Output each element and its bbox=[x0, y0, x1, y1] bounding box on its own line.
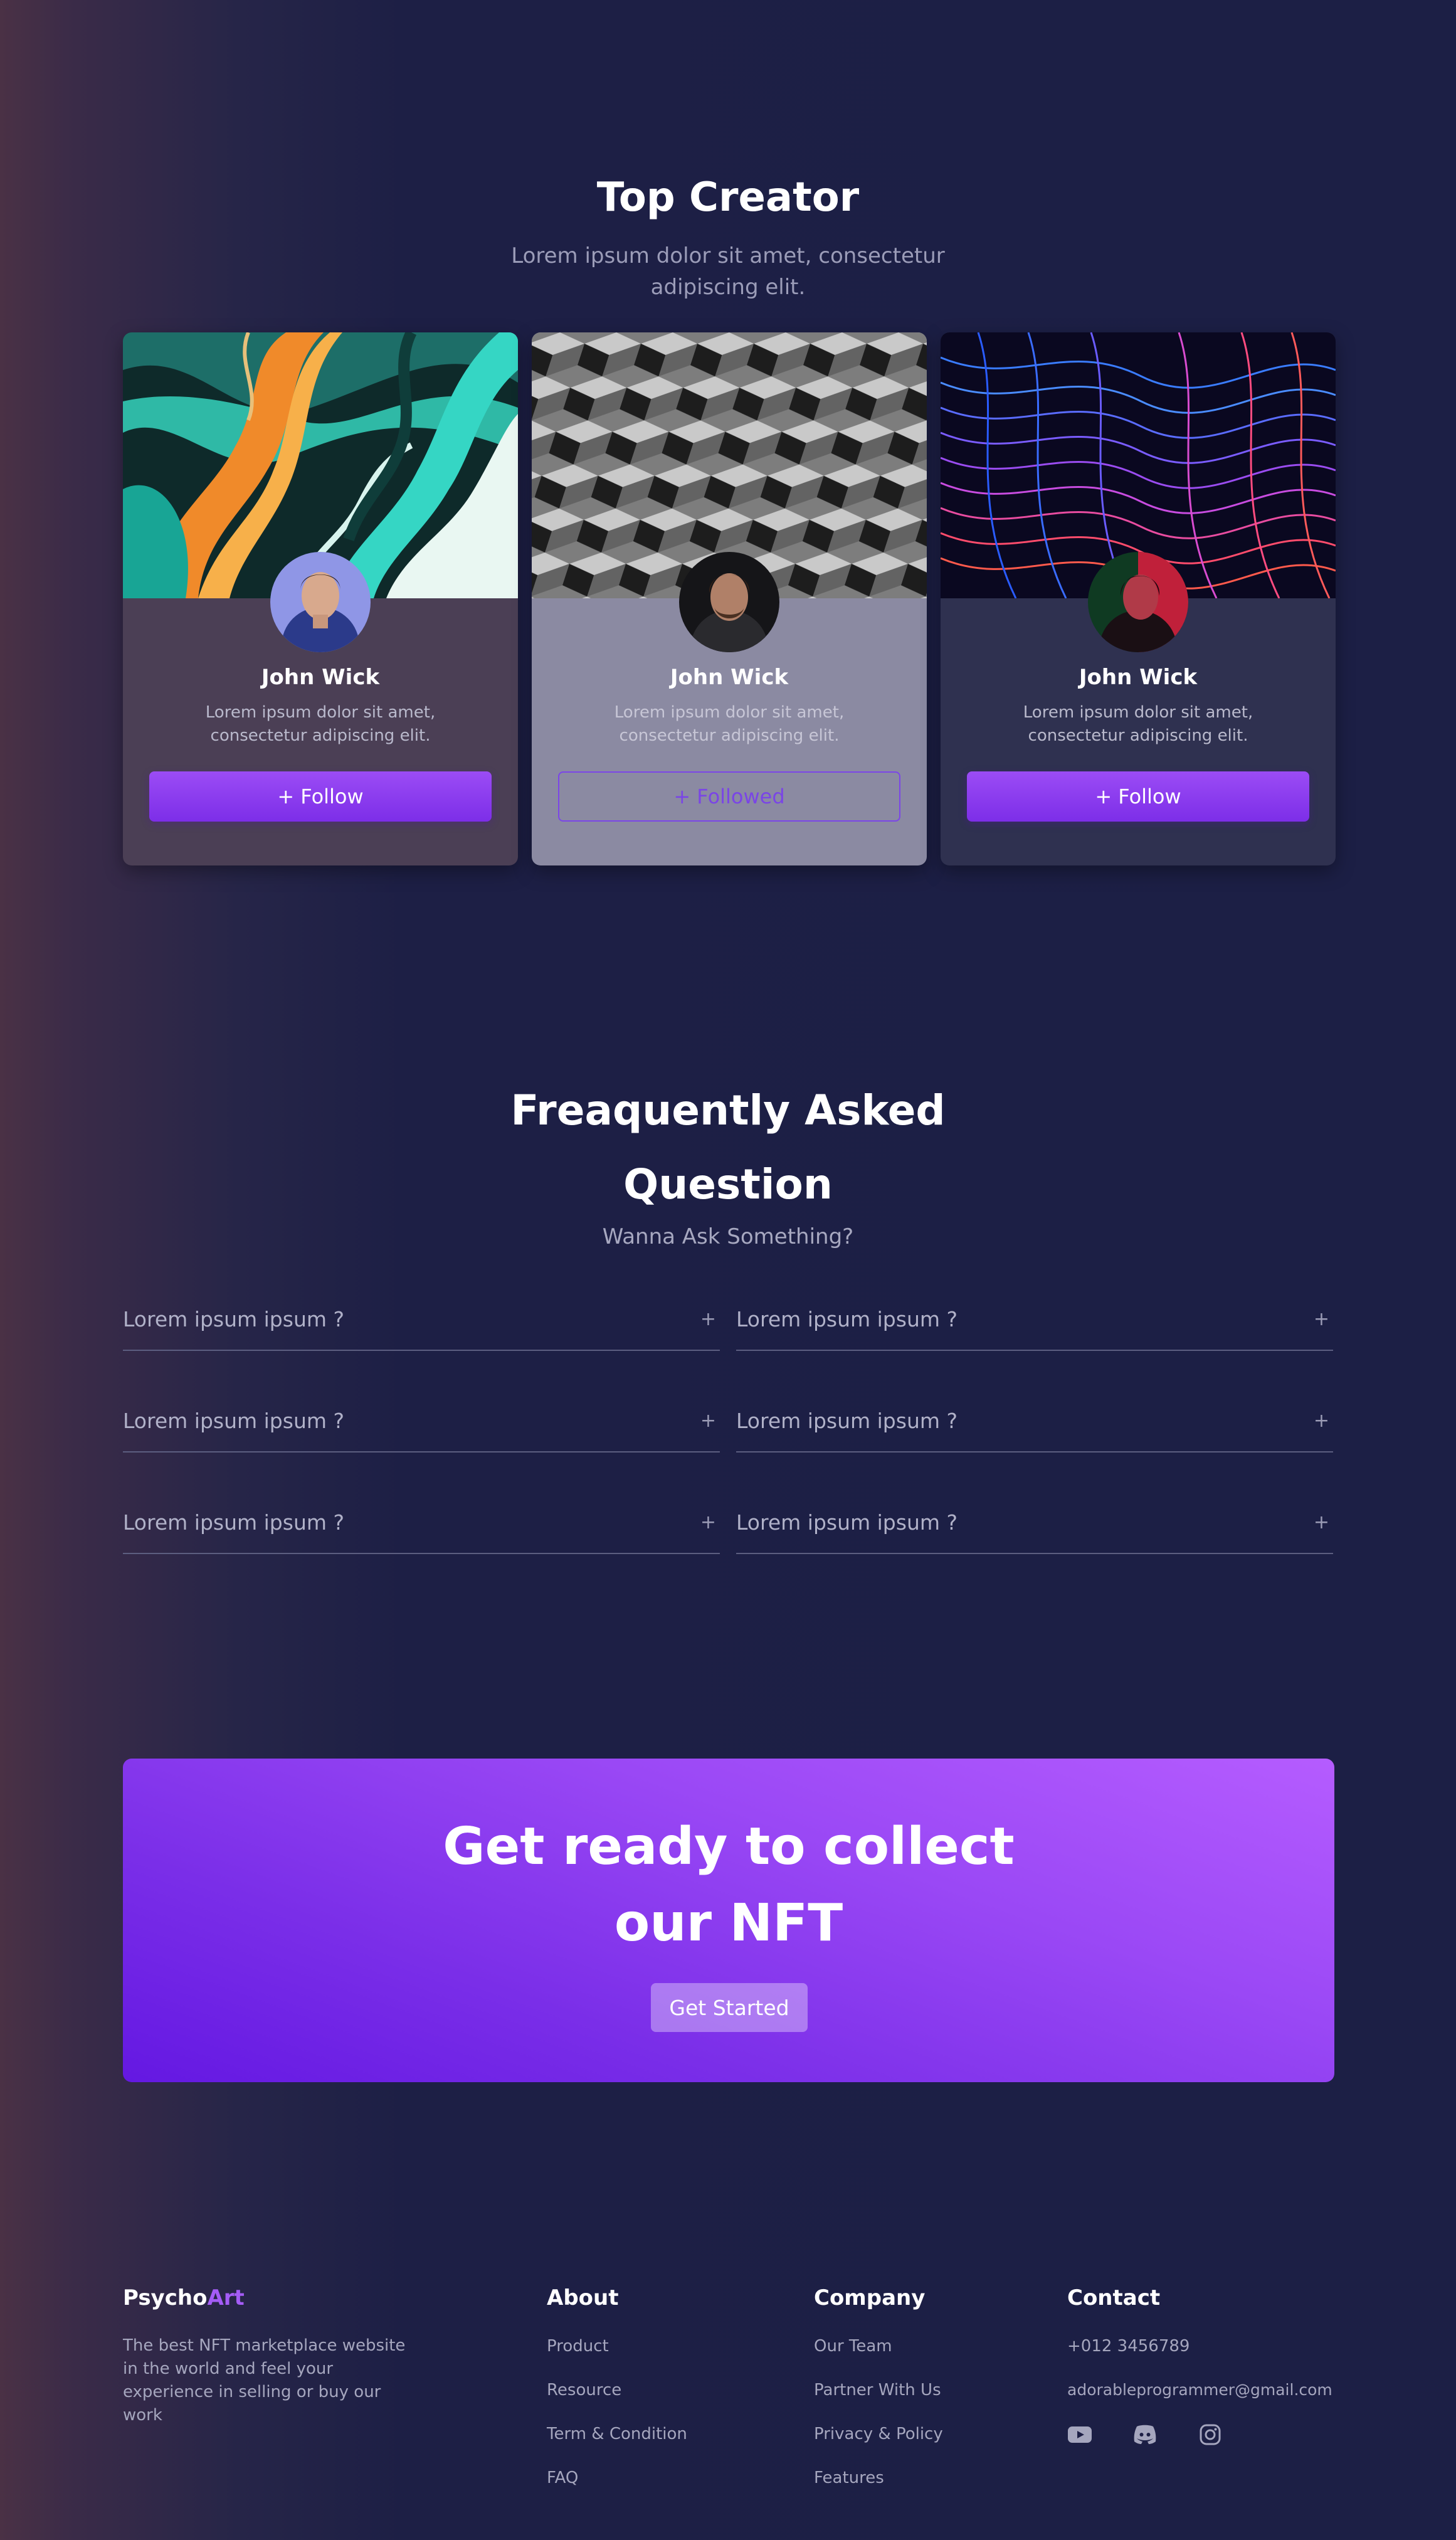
creator-card: John Wick Lorem ipsum dolor sit amet, co… bbox=[532, 332, 927, 865]
footer-social-icons bbox=[1066, 2421, 1224, 2448]
plus-icon: + bbox=[700, 1308, 716, 1330]
footer-contact-heading: Contact bbox=[1067, 2285, 1161, 2310]
top-creator-subtitle: Lorem ipsum dolor sit amet, consectetur … bbox=[511, 243, 945, 300]
faq-question: Lorem ipsum ipsum ? bbox=[736, 1510, 958, 1535]
faq-item[interactable]: Lorem ipsum ipsum ? + bbox=[123, 1288, 720, 1351]
faq-title-line1: Freaquently Asked bbox=[510, 1086, 946, 1135]
cta-title-line2: our NFT bbox=[614, 1893, 843, 1953]
footer-brand-logo[interactable]: PsychoArt bbox=[123, 2285, 245, 2310]
footer-contact-email[interactable]: adorableprogrammer@gmail.com bbox=[1067, 2381, 1332, 2399]
footer-company-heading: Company bbox=[814, 2285, 926, 2310]
brand-name-part1: Psycho bbox=[123, 2285, 208, 2310]
footer-link-resource[interactable]: Resource bbox=[547, 2381, 621, 2400]
faq-item[interactable]: Lorem ipsum ipsum ? + bbox=[736, 1491, 1333, 1554]
footer-description: The best NFT marketplace website in the … bbox=[123, 2336, 406, 2425]
faq-question: Lorem ipsum ipsum ? bbox=[736, 1306, 958, 1331]
faq-item[interactable]: Lorem ipsum ipsum ? + bbox=[736, 1390, 1333, 1453]
creator-avatar bbox=[270, 552, 371, 652]
footer-link-features[interactable]: Features bbox=[814, 2469, 884, 2487]
plus-icon: + bbox=[1313, 1308, 1329, 1330]
instagram-icon[interactable] bbox=[1196, 2421, 1224, 2448]
creator-description: Lorem ipsum dolor sit amet, consectetur … bbox=[205, 703, 436, 745]
footer-link-faq[interactable]: FAQ bbox=[547, 2469, 578, 2487]
footer-link-product[interactable]: Product bbox=[547, 2337, 609, 2356]
top-creator-title: Top Creator bbox=[596, 174, 860, 221]
plus-icon: + bbox=[1313, 1511, 1329, 1533]
footer-link-terms[interactable]: Term & Condition bbox=[547, 2425, 687, 2443]
cta-title: Get ready to collect our NFT bbox=[123, 1809, 1334, 1962]
creator-name: John Wick bbox=[670, 665, 789, 690]
discord-icon[interactable] bbox=[1131, 2421, 1159, 2448]
faq-item[interactable]: Lorem ipsum ipsum ? + bbox=[123, 1390, 720, 1453]
plus-icon: + bbox=[700, 1409, 716, 1432]
faq-question: Lorem ipsum ipsum ? bbox=[123, 1408, 345, 1433]
faq-question: Lorem ipsum ipsum ? bbox=[736, 1408, 958, 1433]
creator-card: John Wick Lorem ipsum dolor sit amet, co… bbox=[123, 332, 518, 865]
follow-button[interactable]: + Follow bbox=[149, 771, 492, 822]
creator-description: Lorem ipsum dolor sit amet, consectetur … bbox=[614, 703, 845, 745]
faq-column-left: Lorem ipsum ipsum ? + Lorem ipsum ipsum … bbox=[123, 1288, 720, 1554]
creator-description: Lorem ipsum dolor sit amet, consectetur … bbox=[1023, 703, 1253, 745]
footer-link-privacy[interactable]: Privacy & Policy bbox=[814, 2425, 943, 2443]
faq-title-line2: Question bbox=[623, 1160, 833, 1209]
faq-item[interactable]: Lorem ipsum ipsum ? + bbox=[736, 1288, 1333, 1351]
footer-contact-phone[interactable]: +012 3456789 bbox=[1067, 2337, 1190, 2356]
faq-column-right: Lorem ipsum ipsum ? + Lorem ipsum ipsum … bbox=[736, 1288, 1333, 1554]
cta-title-line1: Get ready to collect bbox=[443, 1817, 1015, 1876]
faq-question: Lorem ipsum ipsum ? bbox=[123, 1510, 345, 1535]
followed-button[interactable]: + Followed bbox=[558, 771, 900, 822]
plus-icon: + bbox=[700, 1511, 716, 1533]
youtube-icon[interactable] bbox=[1066, 2421, 1094, 2448]
plus-icon: + bbox=[1313, 1409, 1329, 1432]
faq-question: Lorem ipsum ipsum ? bbox=[123, 1306, 345, 1331]
creator-avatar bbox=[1088, 552, 1188, 652]
faq-subtitle: Wanna Ask Something? bbox=[602, 1224, 854, 1249]
brand-name-part2: Art bbox=[207, 2285, 245, 2310]
cta-banner: Get ready to collect our NFT Get Started bbox=[123, 1759, 1334, 2082]
follow-button[interactable]: + Follow bbox=[967, 771, 1309, 822]
creator-name: John Wick bbox=[1079, 665, 1198, 690]
footer-about-heading: About bbox=[547, 2285, 619, 2310]
faq-item[interactable]: Lorem ipsum ipsum ? + bbox=[123, 1491, 720, 1554]
creator-card: John Wick Lorem ipsum dolor sit amet, co… bbox=[941, 332, 1336, 865]
footer-link-partner[interactable]: Partner With Us bbox=[814, 2381, 941, 2400]
creator-avatar bbox=[679, 552, 779, 652]
footer-link-our-team[interactable]: Our Team bbox=[814, 2337, 892, 2356]
faq-title: Freaquently Asked Question bbox=[0, 1074, 1456, 1222]
creator-name: John Wick bbox=[261, 665, 380, 690]
get-started-button[interactable]: Get Started bbox=[651, 1983, 808, 2032]
